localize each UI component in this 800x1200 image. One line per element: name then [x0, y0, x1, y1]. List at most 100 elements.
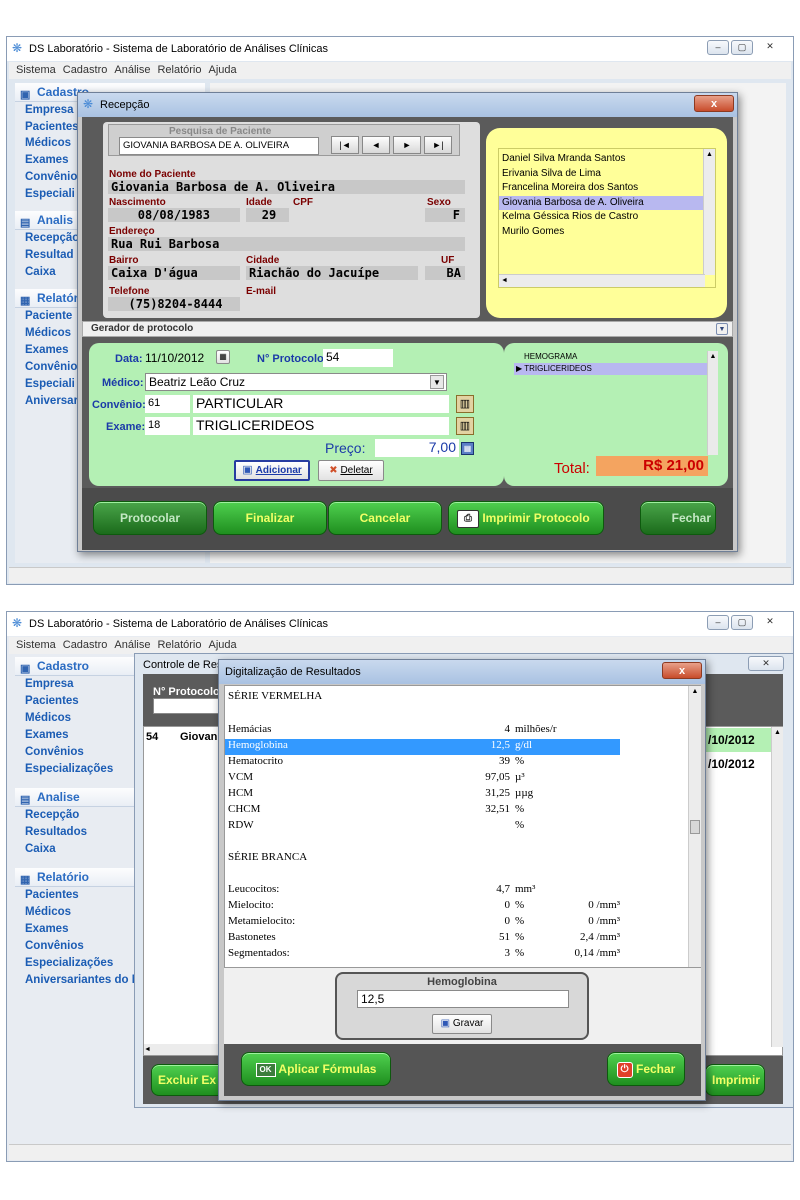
patient-list-item[interactable]: Erivania Silva de Lima [499, 167, 715, 182]
grid-hscrollbar[interactable]: ◄ [144, 1044, 224, 1055]
sidebar-head-cadastro[interactable]: ▣ Cadastro [15, 657, 141, 676]
bairro-field[interactable]: Caixa D'água [108, 266, 240, 280]
endereco-field[interactable]: Rua Rui Barbosa [108, 237, 465, 251]
protocolo-field[interactable]: 54 [323, 349, 393, 367]
menu-cadastro[interactable]: Cadastro [63, 64, 108, 76]
cidade-field[interactable]: Riachão do Jacuípe [246, 266, 418, 280]
menu-relatorio[interactable]: Relatório [157, 64, 201, 76]
result-row[interactable]: RDW % [225, 819, 700, 835]
result-row[interactable]: Metamielocito: 0 % 0 /mm³ [225, 915, 700, 931]
sidebar-item[interactable]: Empresa [15, 676, 141, 693]
nome-field[interactable]: Giovania Barbosa de A. Oliveira [108, 180, 465, 194]
medico-select[interactable]: Beatriz Leão Cruz [145, 373, 447, 391]
chevron-down-icon[interactable]: ▼ [716, 323, 728, 335]
deletar-button[interactable]: ✖ Deletar [318, 460, 384, 481]
minimize-button[interactable]: – [707, 40, 729, 55]
grid-cell-name[interactable]: Giovani [180, 731, 220, 743]
result-row[interactable]: Mielocito: 0 % 0 /mm³ [225, 899, 700, 915]
maximize-button[interactable]: ▢ [731, 615, 753, 630]
data-field[interactable]: 11/10/2012 [145, 350, 209, 366]
last-record-button[interactable]: ►| [424, 136, 452, 154]
grid-cell-date[interactable]: /10/2012 [705, 752, 771, 776]
cancelar-button[interactable]: Cancelar [328, 501, 442, 535]
nascimento-field[interactable]: 08/08/1983 [108, 208, 240, 222]
result-row[interactable]: Segmentados: 3 % 0,14 /mm³ [225, 947, 700, 963]
exam-list-item-selected[interactable]: ▶ TRIGLICERIDEOS [514, 363, 716, 375]
sidebar-item[interactable]: Convênios [15, 938, 141, 955]
prev-record-button[interactable]: ◄ [362, 136, 390, 154]
calendar-icon[interactable]: ▦ [216, 350, 230, 364]
result-row-selected[interactable]: Hemoglobina 12,5 g/dl [225, 739, 620, 755]
sidebar-head-relatorio[interactable]: ▦ Relatório [15, 868, 141, 887]
telefone-field[interactable]: (75)8204-8444 [108, 297, 240, 311]
menu-analise[interactable]: Análise [114, 639, 150, 651]
menu-analise[interactable]: Análise [114, 64, 150, 76]
exame-code[interactable]: 18 [145, 417, 190, 435]
patient-list-item-selected[interactable]: Giovania Barbosa de A. Oliveira [499, 195, 715, 210]
fechar-button[interactable]: Fechar [640, 501, 716, 535]
sidebar-item[interactable]: Especializações [15, 761, 141, 778]
sidebar-item[interactable]: Resultados [15, 824, 141, 841]
sexo-field[interactable]: F [425, 208, 465, 222]
close-button[interactable]: ✕ [748, 656, 784, 671]
patient-list-item[interactable]: Daniel Silva Mranda Santos [499, 152, 715, 167]
patient-list-item[interactable]: Murilo Gomes [499, 225, 715, 240]
calculator-icon[interactable]: ▦ [461, 442, 474, 455]
list-vscrollbar[interactable]: ▲ [703, 149, 715, 275]
result-row[interactable]: Bastonetes 51 % 2,4 /mm³ [225, 931, 700, 947]
exam-list-item[interactable]: HEMOGRAMA [514, 351, 716, 363]
imprimir-button[interactable]: Imprimir [705, 1064, 765, 1096]
next-record-button[interactable]: ► [393, 136, 421, 154]
result-row[interactable]: HCM 31,25 µµg [225, 787, 700, 803]
sidebar-item[interactable]: Convênios [15, 744, 141, 761]
menu-ajuda[interactable]: Ajuda [209, 639, 237, 651]
result-row[interactable]: Hemácias 4 milhões/r [225, 723, 700, 739]
search-icon[interactable]: ▥ [456, 417, 474, 435]
sidebar-item[interactable]: Recepção [15, 807, 141, 824]
grid-cell-protocol[interactable]: 54 [146, 731, 158, 743]
fechar-button[interactable]: ⏻ Fechar [607, 1052, 685, 1086]
list-hscrollbar[interactable]: ◄ [499, 274, 705, 287]
menu-sistema[interactable]: Sistema [16, 64, 56, 76]
preco-field[interactable]: 7,00 [375, 439, 459, 457]
finalizar-button[interactable]: Finalizar [213, 501, 327, 535]
result-row[interactable]: CHCM 32,51 % [225, 803, 700, 819]
patient-list-item[interactable]: Francelina Moreira dos Santos [499, 181, 715, 196]
sidebar-item[interactable]: Médicos [15, 710, 141, 727]
sidebar-item[interactable]: Pacientes [15, 693, 141, 710]
gravar-button[interactable]: ▣ Gravar [432, 1014, 492, 1034]
adicionar-button[interactable]: ▣ Adicionar [234, 460, 310, 481]
menu-cadastro[interactable]: Cadastro [63, 639, 108, 651]
sidebar-item[interactable]: Pacientes [15, 887, 141, 904]
sidebar-item[interactable]: Exames [15, 921, 141, 938]
imprimir-protocolo-button[interactable]: ⎙ Imprimir Protocolo [448, 501, 604, 535]
result-row[interactable]: VCM 97,05 µ³ [225, 771, 700, 787]
menu-ajuda[interactable]: Ajuda [209, 64, 237, 76]
protocolar-button[interactable]: Protocolar [93, 501, 207, 535]
maximize-button[interactable]: ▢ [731, 40, 753, 55]
close-button[interactable]: ✕ [755, 40, 785, 55]
patient-search-input[interactable]: GIOVANIA BARBOSA DE A. OLIVEIRA [119, 137, 319, 155]
exam-list-scrollbar[interactable]: ▲ [707, 351, 718, 455]
sidebar-item[interactable]: Aniversariantes do Mês [15, 972, 154, 989]
results-vscrollbar[interactable]: ▲ [688, 686, 701, 967]
idade-field[interactable]: 29 [246, 208, 289, 222]
result-value-input[interactable]: 12,5 [357, 990, 569, 1008]
menu-relatorio[interactable]: Relatório [157, 639, 201, 651]
sidebar-item[interactable]: Médicos [15, 904, 141, 921]
grid-cell-date[interactable]: /10/2012 [705, 728, 771, 752]
sidebar-head-analise[interactable]: ▤ Analise [15, 788, 141, 807]
grid-vscrollbar[interactable]: ▲ [771, 727, 783, 1047]
first-record-button[interactable]: |◄ [331, 136, 359, 154]
patient-list-item[interactable]: Kelma Géssica Rios de Castro [499, 210, 715, 225]
sidebar-item[interactable]: Exames [15, 727, 141, 744]
scroll-thumb[interactable] [690, 820, 700, 834]
minimize-button[interactable]: – [707, 615, 729, 630]
close-button[interactable]: ✕ [755, 615, 785, 630]
aplicar-formulas-button[interactable]: OK Aplicar Fórmulas [241, 1052, 391, 1086]
close-button[interactable]: x [694, 95, 734, 112]
result-row[interactable]: Hematocrito 39 % [225, 755, 700, 771]
sidebar-item[interactable]: Especializações [15, 955, 141, 972]
search-icon[interactable]: ▥ [456, 395, 474, 413]
uf-field[interactable]: BA [425, 266, 465, 280]
